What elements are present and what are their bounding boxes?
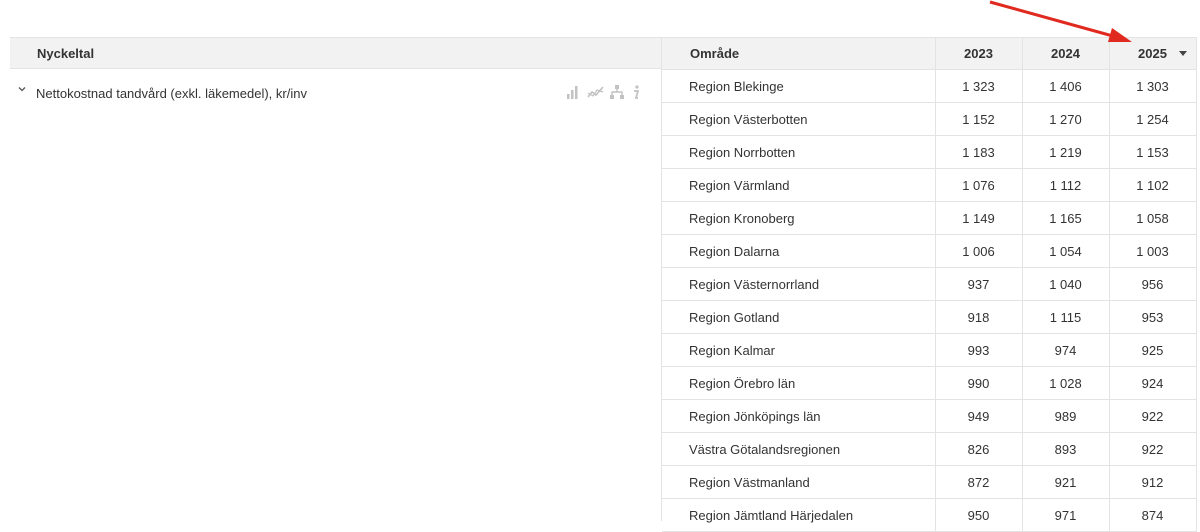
value-2024-cell: 1 040	[1022, 267, 1110, 301]
area-cell: Region Gotland	[662, 300, 936, 334]
value-2024-cell: 1 115	[1022, 300, 1110, 334]
value-2025-cell: 1 003	[1109, 234, 1197, 268]
value-2025-cell: 924	[1109, 366, 1197, 400]
table-row: Region Jönköpings län 949 989 922	[662, 399, 1197, 433]
area-cell: Region Dalarna	[662, 234, 936, 268]
area-cell: Region Norrbotten	[662, 135, 936, 169]
value-2023-cell: 1 076	[935, 168, 1023, 202]
bar-chart-icon[interactable]	[565, 84, 581, 100]
value-2025-cell: 1 254	[1109, 102, 1197, 136]
value-2025-cell: 953	[1109, 300, 1197, 334]
value-2024-cell: 1 165	[1022, 201, 1110, 235]
value-2024-cell: 974	[1022, 333, 1110, 367]
column-header-2025[interactable]: 2025	[1109, 37, 1197, 70]
value-2025-cell: 1 303	[1109, 69, 1197, 103]
value-2023-cell: 1 152	[935, 102, 1023, 136]
value-2024-cell: 893	[1022, 432, 1110, 466]
value-2023-cell: 1 149	[935, 201, 1023, 235]
value-2025-cell: 922	[1109, 399, 1197, 433]
value-2024-cell: 1 112	[1022, 168, 1110, 202]
value-2025-cell: 912	[1109, 465, 1197, 499]
area-cell: Region Västernorrland	[662, 267, 936, 301]
info-icon[interactable]	[631, 84, 647, 100]
value-2025-cell: 956	[1109, 267, 1197, 301]
value-2024-cell: 1 054	[1022, 234, 1110, 268]
column-header-2023[interactable]: 2023	[935, 37, 1023, 70]
area-cell: Region Jämtland Härjedalen	[662, 498, 936, 532]
area-cell: Region Kalmar	[662, 333, 936, 367]
line-chart-icon[interactable]	[587, 84, 604, 100]
value-2025-cell: 1 058	[1109, 201, 1197, 235]
kpi-panel-header: Nyckeltal	[10, 37, 661, 69]
value-2025-cell: 1 153	[1109, 135, 1197, 169]
value-2024-cell: 971	[1022, 498, 1110, 532]
value-2024-cell: 1 270	[1022, 102, 1110, 136]
table-row: Region Dalarna 1 006 1 054 1 003	[662, 234, 1197, 268]
table-row: Region Kronoberg 1 149 1 165 1 058	[662, 201, 1197, 235]
value-2023-cell: 937	[935, 267, 1023, 301]
table-row: Region Gotland 918 1 115 953	[662, 300, 1197, 334]
results-table: Område 2023 2024 2025 Region Blekinge 1 3…	[662, 37, 1197, 532]
table-row: Region Kalmar 993 974 925	[662, 333, 1197, 367]
value-2025-cell: 1 102	[1109, 168, 1197, 202]
area-cell: Region Jönköpings län	[662, 399, 936, 433]
area-cell: Region Västmanland	[662, 465, 936, 499]
value-2024-cell: 989	[1022, 399, 1110, 433]
table-header-row: Område 2023 2024 2025	[662, 37, 1197, 70]
kpi-row[interactable]: Nettokostnad tandvård (exkl. läkemedel),…	[10, 70, 661, 114]
value-2024-cell: 1 406	[1022, 69, 1110, 103]
table-row: Region Värmland 1 076 1 112 1 102	[662, 168, 1197, 202]
value-2023-cell: 990	[935, 366, 1023, 400]
value-2023-cell: 826	[935, 432, 1023, 466]
value-2024-cell: 1 219	[1022, 135, 1110, 169]
column-header-2024[interactable]: 2024	[1022, 37, 1110, 70]
value-2024-cell: 1 028	[1022, 366, 1110, 400]
value-2023-cell: 949	[935, 399, 1023, 433]
table-row: Västra Götalandsregionen 826 893 922	[662, 432, 1197, 466]
value-2023-cell: 950	[935, 498, 1023, 532]
value-2023-cell: 1 323	[935, 69, 1023, 103]
area-cell: Västra Götalandsregionen	[662, 432, 936, 466]
chevron-down-icon[interactable]	[17, 84, 27, 94]
area-cell: Region Kronoberg	[662, 201, 936, 235]
table-row: Region Jämtland Härjedalen 950 971 874	[662, 498, 1197, 532]
kpi-label: Nettokostnad tandvård (exkl. läkemedel),…	[36, 86, 307, 101]
table-row: Region Västmanland 872 921 912	[662, 465, 1197, 499]
hierarchy-icon[interactable]	[609, 84, 625, 100]
area-cell: Region Västerbotten	[662, 102, 936, 136]
area-cell: Region Blekinge	[662, 69, 936, 103]
value-2023-cell: 918	[935, 300, 1023, 334]
value-2023-cell: 993	[935, 333, 1023, 367]
table-row: Region Blekinge 1 323 1 406 1 303	[662, 69, 1197, 103]
value-2025-cell: 925	[1109, 333, 1197, 367]
table-row: Region Örebro län 990 1 028 924	[662, 366, 1197, 400]
table-row: Region Västernorrland 937 1 040 956	[662, 267, 1197, 301]
value-2025-cell: 874	[1109, 498, 1197, 532]
area-cell: Region Värmland	[662, 168, 936, 202]
value-2023-cell: 1 183	[935, 135, 1023, 169]
value-2024-cell: 921	[1022, 465, 1110, 499]
kpi-actions	[565, 84, 647, 100]
table-row: Region Västerbotten 1 152 1 270 1 254	[662, 102, 1197, 136]
value-2025-cell: 922	[1109, 432, 1197, 466]
column-header-area[interactable]: Område	[662, 37, 936, 70]
column-header-2025-label: 2025	[1138, 46, 1167, 61]
table-row: Region Norrbotten 1 183 1 219 1 153	[662, 135, 1197, 169]
value-2023-cell: 872	[935, 465, 1023, 499]
sort-descending-icon[interactable]	[1178, 51, 1187, 56]
area-cell: Region Örebro län	[662, 366, 936, 400]
kpi-column-title: Nyckeltal	[37, 46, 95, 61]
value-2023-cell: 1 006	[935, 234, 1023, 268]
